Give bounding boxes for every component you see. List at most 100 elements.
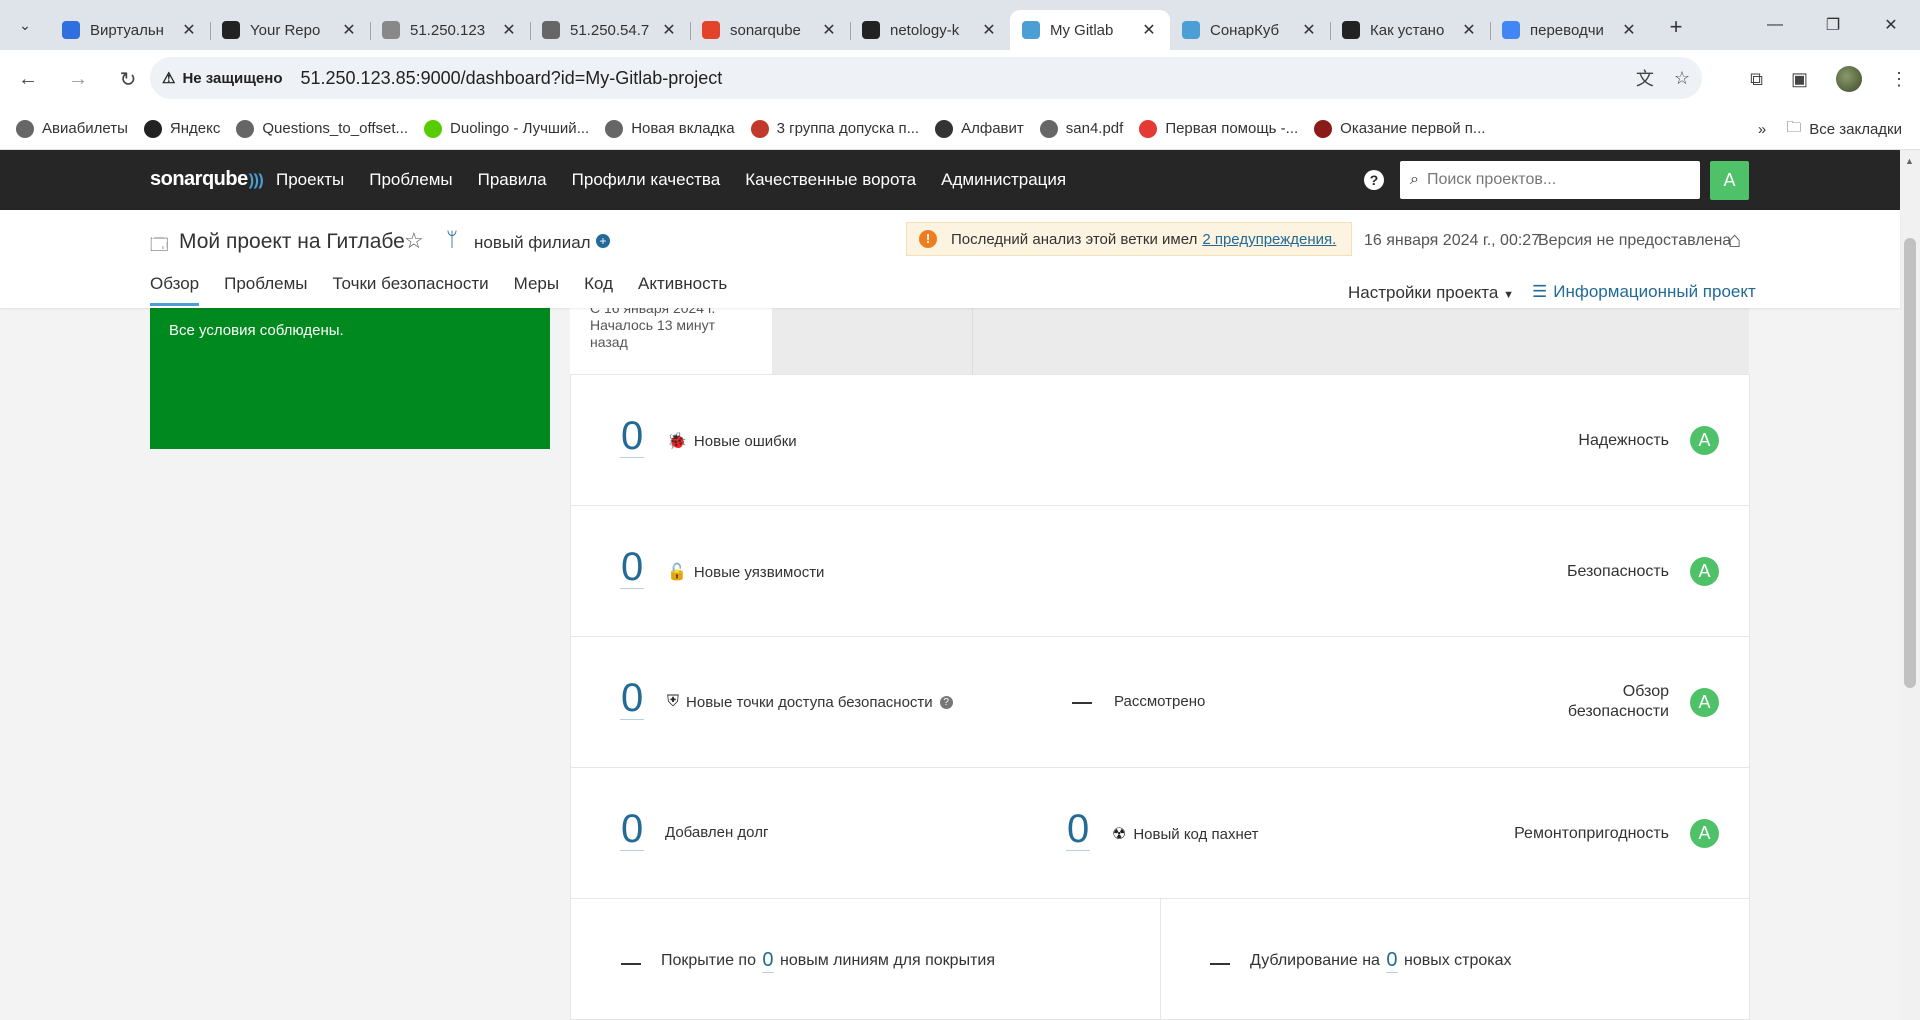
tab-list: Виртуальн ✕ Your Repo ✕ 51.250.123 ✕ 51.250.54…: [50, 0, 1650, 50]
browser-tab[interactable]: sonarqube ✕: [690, 10, 850, 50]
nav-item[interactable]: Правила: [478, 170, 547, 190]
close-window-icon[interactable]: ✕: [1862, 0, 1920, 50]
reliability-rating[interactable]: A: [1690, 426, 1719, 455]
bookmark-item[interactable]: Первая помощь -...: [1139, 119, 1298, 138]
project-tab[interactable]: Проблемы: [224, 270, 307, 308]
tab-search-icon[interactable]: ⌄: [0, 0, 50, 50]
project-search[interactable]: ⌕: [1400, 161, 1700, 199]
nav-item[interactable]: Качественные ворота: [745, 170, 916, 190]
tab-close-icon[interactable]: ✕: [180, 20, 198, 40]
profile-avatar[interactable]: [1836, 66, 1862, 92]
home-icon[interactable]: ⌂: [1728, 227, 1741, 253]
added-debt-value[interactable]: 0: [620, 808, 645, 851]
bookmark-star-icon[interactable]: ☆: [1674, 68, 1690, 89]
coverage-lines-value[interactable]: 0: [762, 949, 774, 973]
browser-menu-icon[interactable]: ⋮: [1890, 69, 1908, 90]
bookmark-item[interactable]: Алфавит: [935, 119, 1024, 138]
browser-tab[interactable]: 51.250.54.7 ✕: [530, 10, 690, 50]
duplication-lines-value[interactable]: 0: [1386, 949, 1398, 973]
project-tab[interactable]: Обзор: [150, 270, 200, 306]
security-rating[interactable]: A: [1690, 557, 1719, 586]
translate-icon[interactable]: 文: [1636, 65, 1654, 91]
branch-add-icon[interactable]: +: [596, 234, 610, 248]
security-review-row: 0 ⛨ Новые точки доступа безопасности? Рас…: [571, 637, 1749, 768]
bookmark-item[interactable]: 3 группа допуска п...: [750, 119, 919, 138]
side-panel-icon[interactable]: ▣: [1791, 69, 1808, 90]
new-vulnerabilities-value[interactable]: 0: [620, 546, 645, 589]
warnings-link[interactable]: 2 предупреждения.: [1202, 231, 1336, 248]
new-bugs-text: Новые ошибки: [693, 432, 797, 450]
forward-icon[interactable]: →: [56, 57, 100, 101]
page-scrollbar[interactable]: ▲: [1900, 150, 1920, 1020]
security-review-rating[interactable]: A: [1690, 688, 1719, 717]
new-bugs-value[interactable]: 0: [620, 415, 645, 458]
bookmark-item[interactable]: Duolingo - Лучший...: [424, 119, 589, 138]
new-code-smells-value[interactable]: 0: [1066, 808, 1091, 851]
coverage-empty-dash: [621, 963, 641, 965]
google-icon: [1502, 21, 1520, 39]
all-bookmarks-button[interactable]: 🗀 Все закладки: [1786, 117, 1902, 142]
browser-tab[interactable]: 51.250.123 ✕: [370, 10, 530, 50]
bookmark-item[interactable]: Яндекс: [143, 119, 220, 138]
help-icon[interactable]: ?: [1364, 170, 1384, 190]
tab-close-icon[interactable]: ✕: [340, 20, 358, 40]
new-hotspots-value[interactable]: 0: [620, 677, 645, 720]
browser-tab[interactable]: netology-k ✕: [850, 10, 1010, 50]
globe-icon: [1039, 119, 1058, 138]
tab-close-icon[interactable]: ✕: [1140, 20, 1158, 40]
favorite-star-icon[interactable]: ☆: [404, 228, 424, 254]
tab-close-icon[interactable]: ✕: [1620, 20, 1638, 40]
project-tab[interactable]: Точки безопасности: [333, 270, 489, 308]
project-tab[interactable]: Меры: [514, 270, 559, 308]
sonarqube-logo[interactable]: sonarqube))): [150, 168, 264, 191]
more-bookmarks-icon[interactable]: »: [1758, 121, 1766, 138]
scroll-up-icon[interactable]: ▲: [1905, 156, 1914, 166]
browser-tab[interactable]: Виртуальн ✕: [50, 10, 210, 50]
nav-item[interactable]: Администрация: [941, 170, 1066, 190]
tab-close-icon[interactable]: ✕: [660, 20, 678, 40]
bookmark-item[interactable]: Оказание первой п...: [1314, 119, 1485, 138]
new-vulnerabilities-text: Новые уязвимости: [693, 563, 825, 581]
user-avatar[interactable]: A: [1710, 161, 1749, 200]
scrollbar-thumb[interactable]: [1904, 238, 1916, 688]
help-circle-icon[interactable]: ?: [939, 695, 953, 709]
reload-icon[interactable]: ↻: [106, 57, 150, 101]
project-settings-dropdown[interactable]: Настройки проекта ▼: [1348, 283, 1514, 303]
restore-icon[interactable]: ❐: [1804, 0, 1862, 50]
browser-tab[interactable]: Your Repo ✕: [210, 10, 370, 50]
project-info-link[interactable]: ☰ Информационный проект: [1532, 282, 1756, 302]
project-title[interactable]: Мой проект на Гитлабе: [179, 230, 405, 254]
new-tab-button[interactable]: +: [1658, 9, 1694, 45]
browser-tab[interactable]: переводчи ✕: [1490, 10, 1650, 50]
minimize-icon[interactable]: —: [1746, 0, 1804, 50]
bookmark-item[interactable]: Новая вкладка: [605, 119, 735, 138]
project-tab[interactable]: Активность: [638, 270, 727, 308]
tab-close-icon[interactable]: ✕: [1300, 20, 1318, 40]
tab-close-icon[interactable]: ✕: [820, 20, 838, 40]
project-tab[interactable]: Код: [584, 270, 613, 308]
tab-close-icon[interactable]: ✕: [980, 20, 998, 40]
browser-tab[interactable]: Как устано ✕: [1330, 10, 1490, 50]
address-bar[interactable]: ⚠ Не защищено 51.250.123.85:9000/dashboa…: [150, 57, 1702, 99]
back-icon[interactable]: ←: [6, 57, 50, 101]
search-input[interactable]: [1426, 171, 1687, 189]
maintainability-rating[interactable]: A: [1690, 819, 1719, 848]
browser-tab[interactable]: My Gitlab ✕: [1010, 10, 1170, 50]
site-security-chip[interactable]: ⚠ Не защищено: [162, 69, 297, 88]
tab-close-icon[interactable]: ✕: [500, 20, 518, 40]
nav-item[interactable]: Проекты: [276, 170, 344, 190]
duplication-label: Дублирование на 0 новых строках: [1250, 949, 1512, 973]
bookmark-item[interactable]: Авиабилеты: [16, 119, 128, 138]
browser-tab[interactable]: СонарКуб ✕: [1170, 10, 1330, 50]
bookmark-item[interactable]: Questions_to_offset...: [236, 119, 408, 138]
extensions-icon[interactable]: ⧉: [1750, 69, 1763, 90]
cross-icon: [1139, 119, 1158, 138]
nav-item[interactable]: Профили качества: [572, 170, 721, 190]
folder-icon: 🗀: [1786, 118, 1802, 136]
url-text[interactable]: 51.250.123.85:9000/dashboard?id=My-Gitla…: [301, 68, 723, 89]
new-hotspots-text: Новые точки доступа безопасности: [686, 693, 933, 711]
bookmark-item[interactable]: san4.pdf: [1039, 119, 1123, 138]
branch-name[interactable]: новый филиал: [474, 233, 591, 253]
tab-close-icon[interactable]: ✕: [1460, 20, 1478, 40]
nav-item[interactable]: Проблемы: [369, 170, 452, 190]
